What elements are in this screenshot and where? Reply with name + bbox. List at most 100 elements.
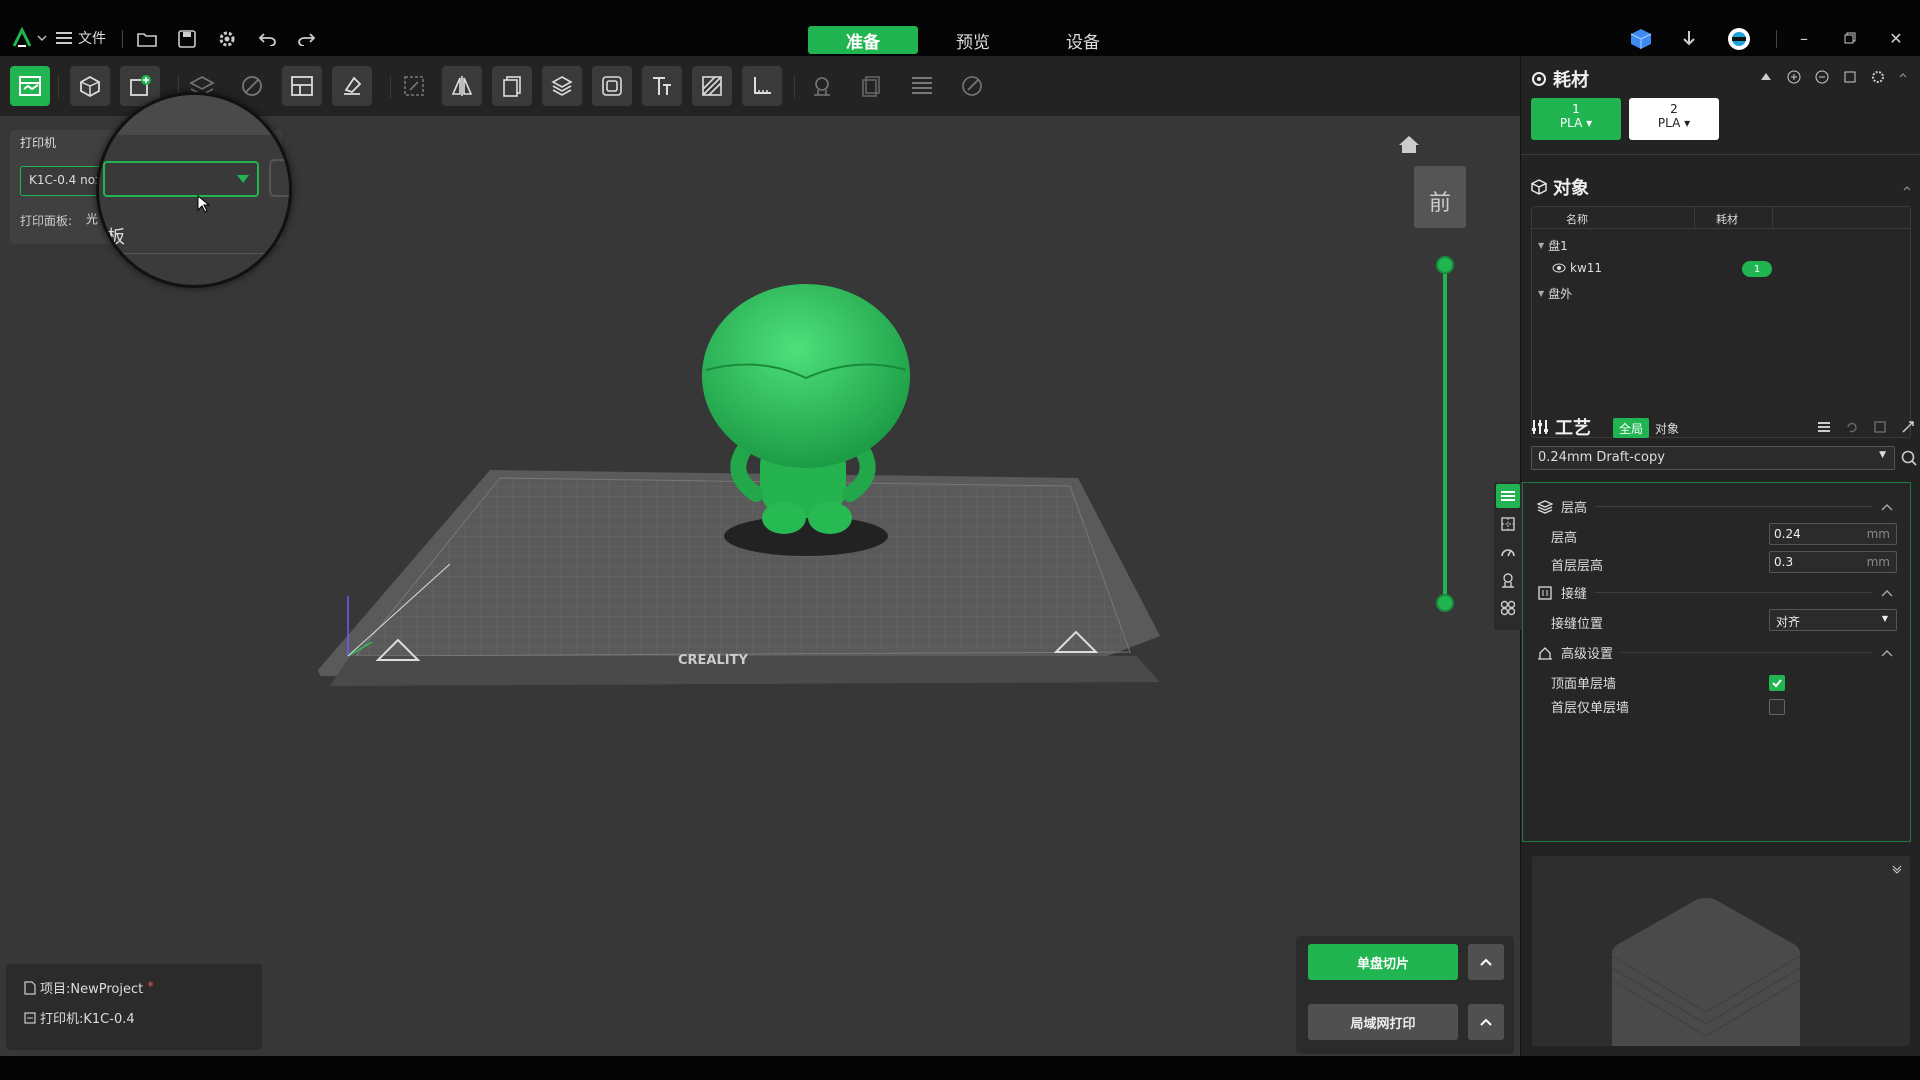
paint-icon[interactable] — [332, 66, 372, 106]
minimize-icon[interactable]: – — [1784, 24, 1824, 52]
collapse-materials-icon[interactable] — [1899, 70, 1907, 84]
top-single-wall-checkbox[interactable] — [1769, 675, 1785, 691]
home-view-icon[interactable] — [1398, 134, 1420, 154]
first-layer-height-input[interactable]: 0.3 mm — [1769, 551, 1897, 573]
plate-preview[interactable] — [1532, 856, 1910, 1046]
slice-options-chevron-up-icon[interactable] — [1468, 944, 1504, 980]
first-single-wall-checkbox[interactable] — [1769, 699, 1785, 715]
category-speed-icon[interactable] — [1496, 540, 1520, 564]
add-filament-icon[interactable] — [1787, 70, 1801, 84]
remove-filament-icon[interactable] — [1815, 70, 1829, 84]
hamburger-icon — [56, 32, 72, 44]
zoom-magnifier: 板 — [96, 92, 292, 288]
object-material-chip[interactable]: 1 — [1742, 261, 1772, 277]
restore-icon[interactable] — [1830, 24, 1870, 52]
category-others-icon[interactable] — [1496, 596, 1520, 620]
list-icon[interactable] — [1817, 420, 1831, 434]
printer-name: 打印机:K1C-0.4 — [40, 1012, 135, 1027]
view-cube[interactable]: 前 — [1414, 166, 1466, 228]
profile-name: 0.24mm Draft-copy — [1538, 450, 1665, 465]
edit-filament-icon[interactable] — [1843, 70, 1857, 84]
app-logo-icon[interactable] — [12, 26, 48, 50]
title-bar: 文件 准备 预览 设备 – ✕ — [0, 0, 1920, 56]
tree-item-object[interactable]: kw11 — [1552, 261, 1602, 275]
scope-global-tab[interactable]: 全局 — [1613, 418, 1650, 438]
slice-plate-button[interactable]: 单盘切片 — [1308, 944, 1458, 980]
redo-icon[interactable] — [294, 26, 320, 52]
material-slot-1[interactable]: 1 PLA ▾ — [1531, 98, 1621, 140]
status-bar — [0, 1056, 1920, 1080]
undo-icon[interactable] — [254, 26, 280, 52]
seam-position-select[interactable]: 对齐 ▼ — [1769, 609, 1897, 631]
dropdown-arrow-icon: ▼ — [1881, 614, 1888, 623]
color-paint-icon[interactable] — [952, 66, 992, 106]
print-options-chevron-up-icon[interactable] — [1468, 1004, 1504, 1040]
compare-icon[interactable] — [1901, 420, 1915, 434]
download-icon[interactable] — [1676, 26, 1702, 52]
layer-slider-bottom-knob[interactable] — [1436, 594, 1454, 612]
tab-device[interactable]: 设备 — [1028, 26, 1138, 54]
tab-preview[interactable]: 预览 — [918, 26, 1028, 54]
group-layer-height[interactable]: 层高 — [1537, 497, 1893, 516]
search-icon[interactable] — [1901, 450, 1917, 466]
category-quality-icon[interactable] — [1496, 484, 1520, 508]
unit-label: mm — [1866, 555, 1890, 569]
mouse-cursor-icon — [197, 195, 211, 213]
collapse-objects-icon[interactable] — [1903, 184, 1911, 192]
support-icon[interactable] — [802, 66, 842, 106]
group-advanced[interactable]: 高级设置 — [1537, 643, 1893, 662]
scope-object-tab[interactable]: 对象 — [1649, 418, 1685, 438]
plate-view-icon[interactable] — [10, 66, 50, 106]
file-menu[interactable]: 文件 — [56, 26, 106, 50]
sliders-icon — [1532, 420, 1548, 434]
eye-icon[interactable] — [1552, 263, 1566, 273]
lay-flat-icon[interactable] — [542, 66, 582, 106]
material-slot-1-type: PLA ▾ — [1559, 116, 1593, 130]
scale-icon[interactable] — [394, 66, 434, 106]
reset-icon[interactable] — [1845, 420, 1859, 434]
layer-height-label: 层高 — [1551, 531, 1578, 546]
category-strength-icon[interactable] — [1496, 512, 1520, 536]
text-icon[interactable] — [642, 66, 682, 106]
plate-1-label: 盘1 — [1548, 239, 1568, 253]
tree-item-plate-1[interactable]: ▼ 盘1 — [1538, 237, 1568, 254]
process-params-panel: 层高 层高 0.24 mm 首层层高 0.3 mm 接缝 接缝位置 对齐 ▼ 高… — [1522, 482, 1911, 842]
category-support-icon[interactable] — [1496, 568, 1520, 592]
advanced-icon — [1538, 646, 1552, 660]
material-slot-2-type: PLA ▾ — [1657, 116, 1691, 130]
tab-prepare[interactable]: 准备 — [808, 26, 918, 54]
document-icon — [24, 980, 36, 995]
chevron-up-icon — [1881, 503, 1893, 510]
lan-print-button[interactable]: 局域网打印 — [1308, 1004, 1458, 1040]
process-category-bar — [1494, 482, 1522, 630]
layer-slider-top-knob[interactable] — [1436, 256, 1454, 274]
group-seam[interactable]: 接缝 — [1537, 583, 1893, 602]
save-preset-icon[interactable] — [1873, 420, 1887, 434]
clone-icon[interactable] — [492, 66, 532, 106]
process-header: 工艺 — [1531, 414, 1591, 440]
open-folder-icon[interactable] — [134, 26, 160, 52]
view-cube-label: 前 — [1428, 191, 1451, 216]
close-icon[interactable]: ✕ — [1876, 24, 1916, 52]
process-profile-select[interactable]: 0.24mm Draft-copy ▼ — [1531, 446, 1895, 470]
settings-gear-icon[interactable] — [214, 26, 240, 52]
layer-slider-track[interactable] — [1443, 264, 1447, 606]
layer-height-input[interactable]: 0.24 mm — [1769, 523, 1897, 545]
cut-icon[interactable] — [692, 66, 732, 106]
layers-icon[interactable] — [902, 66, 942, 106]
hollow-icon[interactable] — [592, 66, 632, 106]
seam-icon[interactable] — [852, 66, 892, 106]
filament-settings-icon[interactable] — [1871, 70, 1885, 84]
model-store-icon[interactable] — [1628, 26, 1654, 52]
3d-viewport[interactable]: CREALITY 打印机 K1C-0.4 noz 打印面板: 光 板 前 — [0, 92, 1520, 1056]
tree-item-outside[interactable]: ▼ 盘外 — [1538, 285, 1572, 302]
mirror-icon[interactable] — [442, 66, 482, 106]
measure-icon[interactable] — [742, 66, 782, 106]
user-avatar-icon[interactable] — [1726, 26, 1752, 52]
divider — [58, 76, 59, 98]
plate-select[interactable]: 光 — [86, 210, 98, 227]
save-icon[interactable] — [174, 26, 200, 52]
sync-filament-icon[interactable] — [1759, 70, 1773, 84]
material-slot-2[interactable]: 2 PLA ▾ — [1629, 98, 1719, 140]
layers-icon — [1537, 499, 1553, 514]
